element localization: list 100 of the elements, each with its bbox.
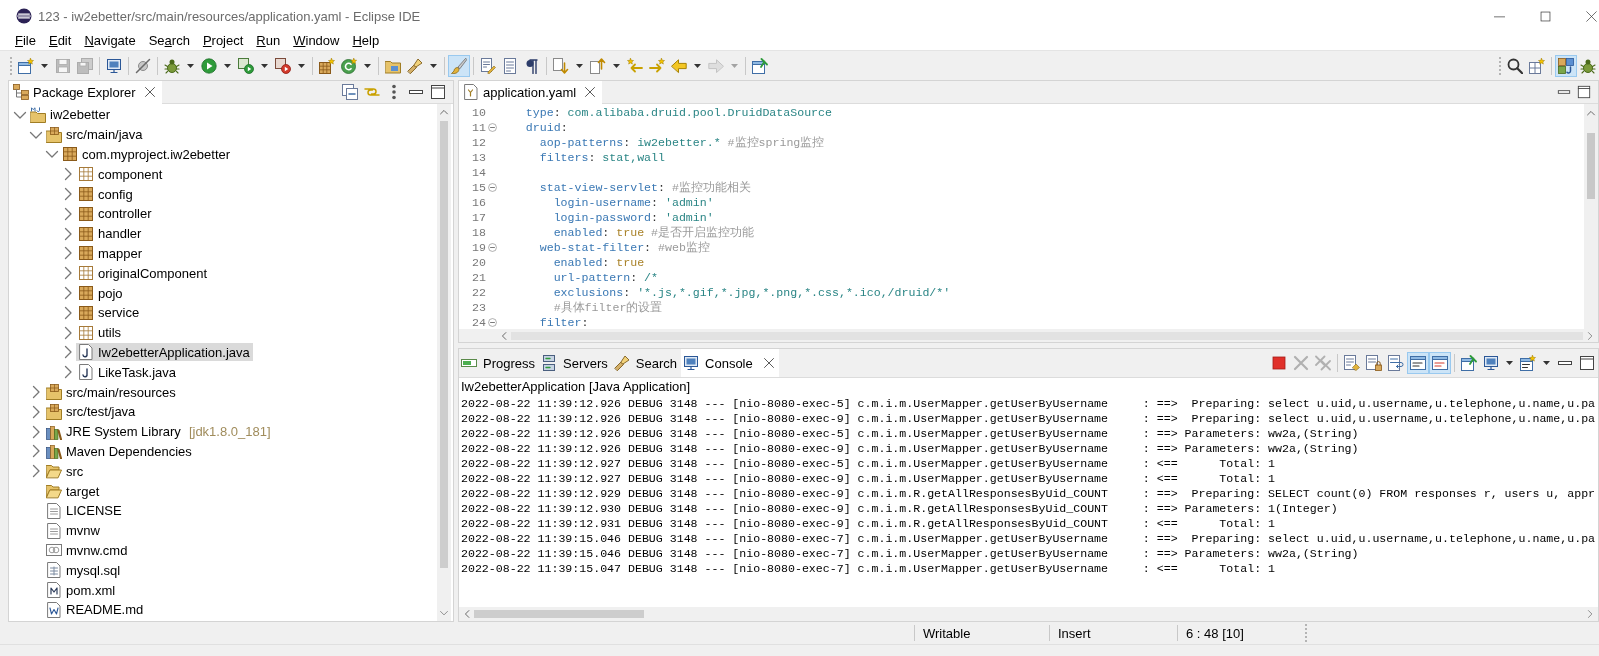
caret-icon[interactable]	[364, 63, 371, 68]
code-line: login-password: 'admin'	[553, 211, 714, 224]
menu-item[interactable]: Navigate	[77, 32, 143, 50]
caret-icon[interactable]	[694, 63, 701, 68]
caret-icon[interactable]	[261, 63, 268, 68]
maximize-icon[interactable]	[430, 84, 446, 100]
caret-icon[interactable]	[187, 63, 194, 68]
text-file-icon	[46, 502, 62, 519]
scroll-thumb[interactable]	[474, 610, 644, 618]
tree-item[interactable]: src	[44, 462, 87, 481]
menu-item[interactable]: Edit	[42, 32, 78, 50]
maximize-icon[interactable]	[1577, 85, 1591, 99]
tree-item[interactable]: controller	[76, 204, 155, 223]
tree-item[interactable]: pom.xml	[44, 581, 119, 599]
console-line: 2022-08-22 11:39:12.927 DEBUG 3148 --- [nio-8080-exec-9] c.m.i.m.UserMapper.getUserByUsername : <== Total: 1	[461, 472, 1275, 485]
tree-item[interactable]: service	[76, 303, 143, 322]
caret-icon[interactable]	[298, 63, 305, 68]
menu-item[interactable]: Help	[345, 32, 386, 50]
arrow-left-icon[interactable]	[671, 57, 687, 74]
tree-item[interactable]: README.md	[44, 600, 147, 619]
menu-item[interactable]: Window	[286, 32, 346, 50]
play-document-icon[interactable]	[238, 57, 254, 74]
horizontal-scrollbar[interactable]	[459, 329, 1598, 342]
menu-item[interactable]: Run	[249, 32, 287, 50]
scroll-down-icon[interactable]	[439, 608, 449, 618]
line-number: 20	[472, 256, 486, 269]
tree-item[interactable]: mvnw.cmd	[44, 541, 131, 560]
scroll-thumb[interactable]	[1587, 133, 1595, 199]
arrow-down-icon[interactable]	[553, 57, 569, 74]
fold-minus-icon[interactable]	[487, 123, 497, 132]
tree-item[interactable]: config	[76, 185, 136, 204]
tree-item[interactable]: src/test/java	[44, 402, 139, 421]
tree-item[interactable]: component	[76, 165, 166, 184]
source-folder-icon	[46, 403, 62, 420]
tree-item[interactable]: src/main/resources	[44, 383, 179, 402]
caret-icon[interactable]	[1506, 361, 1513, 365]
vertical-scrollbar[interactable]	[1584, 104, 1598, 329]
view-tab[interactable]: Servers	[539, 349, 612, 377]
tree-item[interactable]: iw2ebetter	[28, 105, 113, 124]
java-file-icon	[78, 364, 94, 381]
view-tab[interactable]: Package Explorer	[9, 80, 162, 104]
tree-item[interactable]: pojo	[76, 284, 126, 303]
tree-item[interactable]: handler	[76, 224, 145, 243]
vertical-scrollbar[interactable]	[437, 104, 451, 621]
console-line: 2022-08-22 11:39:12.927 DEBUG 3148 --- [nio-8080-exec-5] c.m.i.m.UserMapper.getUserByUsername : <== Total: 1	[461, 457, 1275, 470]
view-tab[interactable]: Search	[611, 349, 682, 377]
scroll-thumb[interactable]	[440, 121, 448, 568]
line-number: 18	[472, 226, 486, 239]
script-file-icon	[46, 542, 62, 559]
menu-item[interactable]: File	[8, 32, 43, 50]
tree-item[interactable]: com.myproject.iw2ebetter	[60, 145, 234, 164]
close-icon[interactable]	[584, 86, 597, 98]
tree-item[interactable]: mapper	[76, 244, 146, 263]
horizontal-scrollbar[interactable]	[459, 607, 1598, 621]
menu-item[interactable]: Project	[196, 32, 250, 50]
tree-item[interactable]: LikeTask.java	[76, 363, 180, 382]
tree-item[interactable]: src/main/java	[44, 125, 146, 144]
play-icon[interactable]	[201, 57, 217, 74]
tree-item[interactable]: utils	[76, 323, 125, 342]
flashlight-icon[interactable]	[407, 57, 423, 74]
tree-item[interactable]: Iw2ebetterApplication.java	[76, 343, 253, 362]
close-icon[interactable]	[762, 357, 775, 369]
bug-icon[interactable]	[164, 57, 180, 74]
caret-icon[interactable]	[430, 63, 437, 68]
close-icon[interactable]	[1586, 10, 1597, 22]
tree-item[interactable]: JRE System Library [jdk1.8.0_181]	[44, 422, 274, 441]
tree-item[interactable]: Maven Dependencies	[44, 442, 195, 461]
tree-item[interactable]: target	[44, 482, 103, 501]
fold-minus-icon[interactable]	[487, 183, 497, 192]
caret-icon[interactable]	[224, 63, 231, 68]
caret-icon[interactable]	[613, 63, 620, 68]
monitor-icon[interactable]	[1483, 355, 1499, 371]
caret-icon[interactable]	[1543, 361, 1550, 365]
package-icon	[78, 225, 94, 242]
source-folder-icon	[46, 126, 62, 143]
yaml-file-icon	[463, 84, 479, 100]
fold-minus-icon[interactable]	[487, 243, 497, 252]
tree-item[interactable]: LICENSE	[44, 501, 125, 520]
view-tab[interactable]: Console	[681, 349, 779, 377]
caret-icon[interactable]	[576, 63, 583, 68]
fold-minus-icon[interactable]	[487, 318, 497, 327]
close-icon[interactable]	[143, 86, 156, 98]
tree-item[interactable]: originalComponent	[76, 264, 211, 283]
view-tab[interactable]: Progress	[459, 349, 540, 377]
line-number: 16	[472, 196, 486, 209]
collapse-all-icon[interactable]	[342, 84, 358, 100]
package-icon	[78, 186, 94, 203]
xml-file-icon	[46, 582, 62, 598]
tree-item[interactable]: mvnw	[44, 521, 103, 540]
menu-item[interactable]: Search	[142, 32, 197, 50]
caret-icon[interactable]	[41, 63, 48, 68]
tool-document-icon[interactable]	[275, 57, 291, 74]
scroll-right-icon[interactable]	[1585, 609, 1595, 619]
editor-tab[interactable]: application.yaml	[459, 80, 603, 104]
arrow-up-icon[interactable]	[590, 57, 606, 74]
window-star-icon[interactable]	[18, 57, 34, 74]
code-line: stat-view-servlet: #监控功能相关	[539, 180, 751, 195]
tree-item[interactable]: mysql.sql	[44, 561, 124, 580]
window-title: 123 - iw2ebetter/src/main/resources/application.yaml - Eclipse IDE	[38, 8, 421, 24]
scroll-right-icon[interactable]	[1585, 330, 1595, 341]
